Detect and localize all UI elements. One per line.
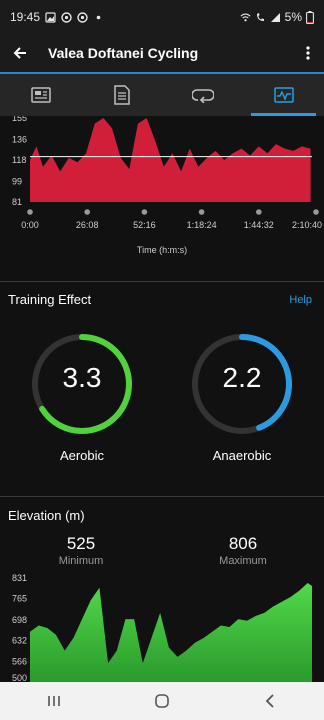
aerobic-gauge: 3.3 (30, 332, 134, 436)
hr-x-tick-label: 52:16 (133, 220, 156, 230)
more-vertical-icon (306, 46, 310, 60)
hr-x-tick-label: 0:00 (21, 220, 39, 230)
battery-icon (306, 10, 314, 24)
hr-y-tick-label: 118 (12, 155, 26, 165)
elevation-minimum-value: 525 (66, 534, 96, 553)
anaerobic-value: 2.2 (222, 362, 262, 393)
hr-y-tick-label: 99 (12, 177, 22, 187)
training-effect-title: Training Effect (8, 292, 92, 307)
home-icon (155, 694, 169, 708)
system-nav-bar (0, 682, 324, 720)
heart-rate-chart: 155 136 118 99 81 0:00 26:08 52:16 1:18:24 1:44:3… (0, 113, 324, 282)
chart-x-axis-title: Time (h:m:s) (136, 245, 188, 255)
hr-x-tick-label: 1:44:32 (244, 220, 274, 230)
elevation-section: Elevation (m) 525 Minimum 806 Maximum 83… (0, 498, 324, 682)
help-link[interactable]: Help (289, 294, 312, 306)
hr-x-tick-dot (84, 209, 90, 215)
elevation-y-tick-label: 698 (12, 615, 27, 625)
hr-y-tick-label: 155 (12, 116, 27, 123)
chrome-icon-2 (77, 11, 88, 23)
tab-summary[interactable] (0, 74, 81, 116)
laps-loop-icon (191, 89, 214, 103)
elevation-maximum: 806 Maximum (193, 534, 293, 567)
elevation-minimum-label: Minimum (58, 555, 104, 567)
hr-x-tick-label: 2:10:40 (292, 220, 322, 230)
hr-area-series (30, 118, 311, 202)
home-button[interactable] (132, 682, 192, 720)
battery-percent: 5% (284, 10, 302, 24)
hr-y-tick-label: 81 (12, 197, 22, 207)
elevation-y-tick-label: 831 (12, 573, 27, 583)
section-divider (0, 496, 324, 497)
wifi-calling-icon (256, 12, 264, 21)
hr-x-tick-dot (198, 209, 205, 215)
elevation-y-tick-label: 765 (12, 594, 27, 604)
recent-apps-icon (48, 696, 60, 706)
training-effect-section: Training Effect Help 3.3 Aerobic 2.2 Ana… (0, 284, 324, 496)
tab-details[interactable] (81, 74, 162, 116)
tab-charts[interactable] (243, 74, 324, 116)
document-list-icon (113, 85, 130, 105)
chevron-left-icon (265, 694, 274, 708)
elevation-title: Elevation (m) (8, 508, 85, 523)
elevation-y-tick-label: 500 (12, 673, 27, 682)
aerobic-label: Aerobic (59, 448, 105, 463)
back-button[interactable] (0, 34, 40, 72)
hr-x-tick-label: 1:18:24 (187, 220, 217, 230)
elevation-y-tick-label: 566 (12, 656, 27, 666)
hr-x-tick-dot (27, 209, 33, 215)
hr-x-tick-label: 26:08 (76, 220, 99, 230)
heart-rate-chart-svg: 155 136 118 99 81 0:00 26:08 52:16 1:18:24 1:44:3… (12, 113, 322, 230)
anaerobic-label: Anaerobic (212, 448, 272, 463)
more-options-button[interactable] (292, 34, 324, 72)
chrome-icon (61, 11, 72, 23)
chart-pulse-icon (273, 87, 294, 103)
wifi-icon (240, 12, 251, 21)
back-nav-button[interactable] (240, 682, 300, 720)
elevation-y-tick-label: 632 (12, 636, 27, 646)
elevation-area-series (30, 583, 312, 682)
activity-title: Valea Doftanei Cycling (48, 45, 199, 61)
notification-dot-icon (96, 15, 101, 19)
summary-card-icon (30, 87, 51, 103)
status-time: 19:45 (10, 10, 41, 24)
tab-laps[interactable] (162, 74, 243, 116)
signal-icon (270, 12, 280, 22)
anaerobic-gauge: 2.2 (190, 332, 294, 436)
app-bar: Valea Doftanei Cycling (0, 34, 324, 72)
gallery-icon (45, 11, 56, 23)
elevation-minimum: 525 Minimum (31, 534, 131, 567)
hr-x-tick-dot (313, 209, 319, 215)
aerobic-value: 3.3 (62, 362, 102, 393)
hr-x-tick-dot (141, 209, 148, 215)
hr-y-tick-label: 136 (12, 135, 27, 145)
elevation-maximum-label: Maximum (219, 555, 267, 567)
tab-bar (0, 72, 324, 116)
hr-x-tick-dot (255, 209, 262, 215)
arrow-left-icon (13, 47, 26, 59)
elevation-maximum-value: 806 (228, 534, 258, 553)
section-divider (0, 281, 324, 282)
elevation-chart-svg: 831 765 698 632 566 500 (12, 573, 312, 682)
recent-apps-button[interactable] (24, 682, 84, 720)
status-bar: 19:45 5% (0, 0, 324, 34)
